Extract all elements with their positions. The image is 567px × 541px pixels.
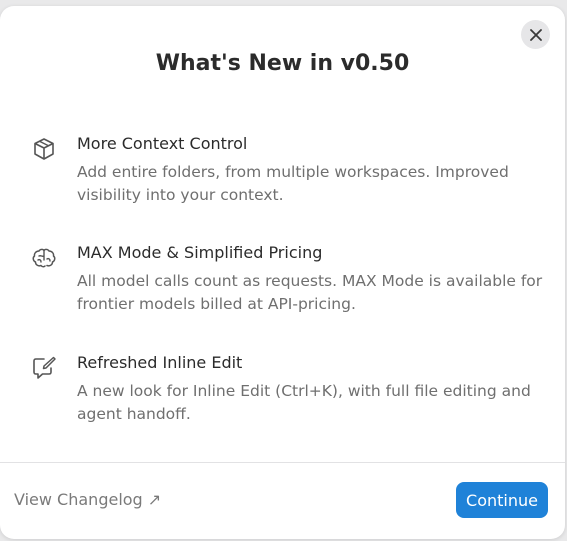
close-icon <box>529 28 542 41</box>
feature-description: All model calls count as requests. MAX M… <box>77 272 543 313</box>
view-changelog-link[interactable]: View Changelog ↗ <box>14 490 161 509</box>
brain-icon <box>32 248 56 268</box>
feature-title: MAX Mode & Simplified Pricing <box>77 243 323 262</box>
whats-new-dialog: What's New in v0.50 More Context Control… <box>0 6 565 539</box>
edit-bubble-icon <box>33 356 56 379</box>
feature-title: Refreshed Inline Edit <box>77 353 243 372</box>
feature-description: A new look for Inline Edit (Ctrl+K), wit… <box>77 382 531 423</box>
feature-description: Add entire folders, from multiple worksp… <box>77 163 509 204</box>
dialog-title: What's New in v0.50 <box>155 51 410 76</box>
continue-button[interactable]: Continue <box>456 482 548 518</box>
cube-icon <box>34 138 54 160</box>
close-button[interactable] <box>521 20 550 49</box>
footer-divider <box>0 462 565 463</box>
feature-title: More Context Control <box>77 134 248 153</box>
